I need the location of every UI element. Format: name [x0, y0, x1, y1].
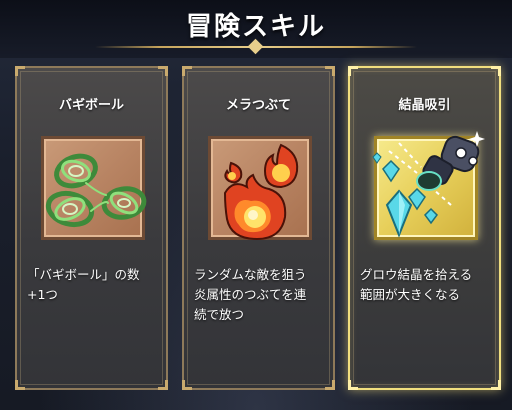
skill-card-merastones[interactable]: メラつぶて ランダムな敵を狙う 炎属性のつぶてを連 続で放つ	[182, 66, 335, 390]
skill-card-bagiball[interactable]: バギボール 「バギボール」の数 +1つ	[15, 66, 168, 390]
title-bar: 冒険スキル	[0, 0, 512, 58]
skill-description: 「バギボール」の数 +1つ	[27, 267, 140, 302]
skill-art-frame	[372, 131, 485, 240]
skill-art-frame	[41, 136, 147, 240]
skill-card-name: メラつぶて	[225, 98, 291, 113]
skill-card-name: 結晶吸引	[398, 98, 451, 113]
skill-description: ランダムな敵を狙う 炎属性のつぶてを連 続で放つ	[194, 267, 307, 322]
fireball-icon	[223, 143, 299, 241]
skill-art-frame	[208, 136, 312, 241]
wind-ball-icon	[45, 153, 147, 228]
skill-card-crystal-attraction[interactable]: 結晶吸引 グロウ結晶を拾える 範囲が大きくなる	[348, 66, 501, 390]
screen-title: 冒険スキル	[185, 12, 326, 42]
skill-card-name: バギボール	[58, 98, 124, 113]
crystal-vacuum-icon	[372, 131, 485, 238]
skill-description: グロウ結晶を拾える 範囲が大きくなる	[360, 267, 473, 302]
